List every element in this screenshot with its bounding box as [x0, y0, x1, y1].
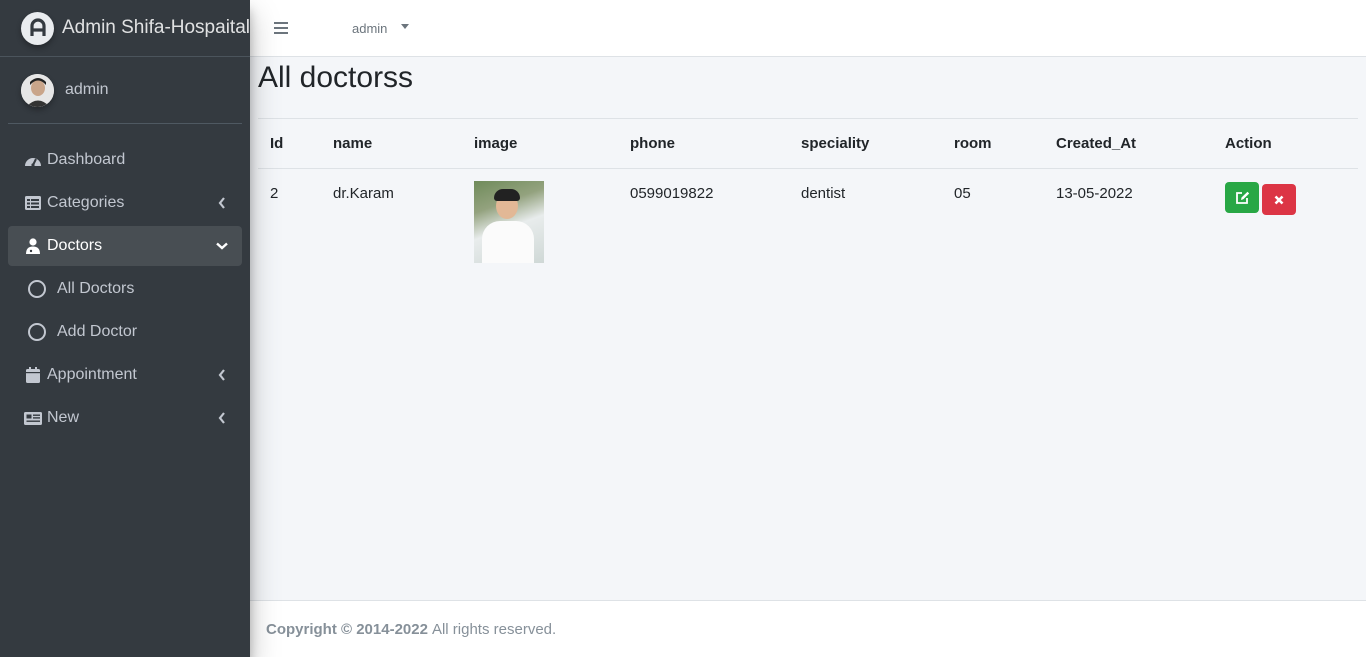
cell-room: 05: [954, 185, 971, 202]
edit-button[interactable]: [1225, 182, 1259, 213]
newspaper-icon: [24, 410, 42, 426]
close-icon: [1274, 195, 1284, 204]
column-header: Created_At: [1044, 118, 1213, 169]
calendar-icon: [24, 367, 42, 383]
sidebar: Admin Shifa-Hospaital admin Dashboard Ca…: [0, 0, 250, 657]
user-name: admin: [65, 81, 109, 98]
column-header: room: [942, 118, 1044, 169]
chevron-left-icon: [215, 197, 229, 209]
doctor-icon: [24, 238, 42, 254]
column-header: speciality: [789, 118, 942, 169]
sidebar-subitem-label: Add Doctor: [57, 323, 138, 340]
sidebar-subitem-label: All Doctors: [57, 280, 135, 297]
cell-id: 2: [270, 185, 279, 202]
main-content: All doctorss Id name image phone special…: [250, 57, 1366, 600]
caret-down-icon: [401, 23, 410, 29]
doctors-table: Id name image phone speciality room Crea…: [258, 118, 1358, 269]
cell-phone: 0599019822: [630, 185, 714, 202]
edit-icon: [1235, 191, 1249, 204]
sidebar-nav: Dashboard Categories Doctors All Doctors: [0, 140, 250, 438]
sidebar-subitem-all-doctors[interactable]: All Doctors: [8, 269, 242, 309]
footer-copyright: Copyright © 2014-2022: [266, 620, 428, 638]
sidebar-item-appointment[interactable]: Appointment: [8, 355, 242, 395]
sidebar-item-dashboard[interactable]: Dashboard: [8, 140, 242, 180]
chevron-left-icon: [215, 412, 229, 424]
footer: Copyright © 2014-2022 All rights reserve…: [250, 600, 1366, 657]
brand-logo-icon: [21, 11, 54, 45]
list-icon: [24, 195, 42, 211]
sidebar-item-label: Categories: [47, 194, 125, 211]
sidebar-subitem-add-doctor[interactable]: Add Doctor: [8, 312, 242, 352]
sidebar-item-new[interactable]: New: [8, 398, 242, 438]
top-navbar: admin: [250, 0, 1366, 57]
chevron-down-icon: [215, 242, 229, 250]
column-header: name: [321, 118, 462, 169]
column-header: Id: [258, 118, 321, 169]
column-header: Action: [1213, 118, 1358, 169]
sidebar-item-label: Dashboard: [47, 151, 126, 168]
dashboard-icon: [24, 152, 42, 168]
sidebar-item-label: New: [47, 409, 80, 426]
user-panel[interactable]: admin: [8, 57, 242, 124]
table-row: 2 dr.Karam 0599019822 dentist 05 13-05-2…: [258, 169, 1358, 269]
cell-created-at: 13-05-2022: [1056, 185, 1133, 202]
delete-button[interactable]: [1262, 184, 1296, 215]
avatar: [21, 73, 54, 107]
column-header: image: [462, 118, 618, 169]
circle-icon: [28, 323, 46, 341]
sidebar-item-doctors[interactable]: Doctors: [8, 226, 242, 266]
table-header-row: Id name image phone speciality room Crea…: [258, 118, 1358, 169]
cell-image: [462, 169, 618, 269]
chevron-left-icon: [215, 369, 229, 381]
sidebar-item-label: Appointment: [47, 366, 137, 383]
brand-title: Admin Shifa-Hospaital: [62, 17, 250, 38]
cell-speciality: dentist: [801, 185, 846, 202]
footer-rights: All rights reserved.: [431, 620, 557, 638]
menu-toggle-icon[interactable]: [274, 22, 288, 34]
sidebar-item-label: Doctors: [47, 237, 103, 254]
sidebar-item-categories[interactable]: Categories: [8, 183, 242, 223]
column-header: phone: [618, 118, 789, 169]
brand-link[interactable]: Admin Shifa-Hospaital: [0, 0, 250, 57]
circle-icon: [28, 280, 46, 298]
user-dropdown-label: admin: [352, 20, 388, 36]
cell-name: dr.Karam: [333, 185, 394, 202]
cell-action: [1213, 169, 1358, 269]
doctor-photo: [474, 181, 544, 263]
page-title: All doctorss: [258, 61, 414, 94]
user-dropdown[interactable]: admin: [352, 20, 410, 36]
